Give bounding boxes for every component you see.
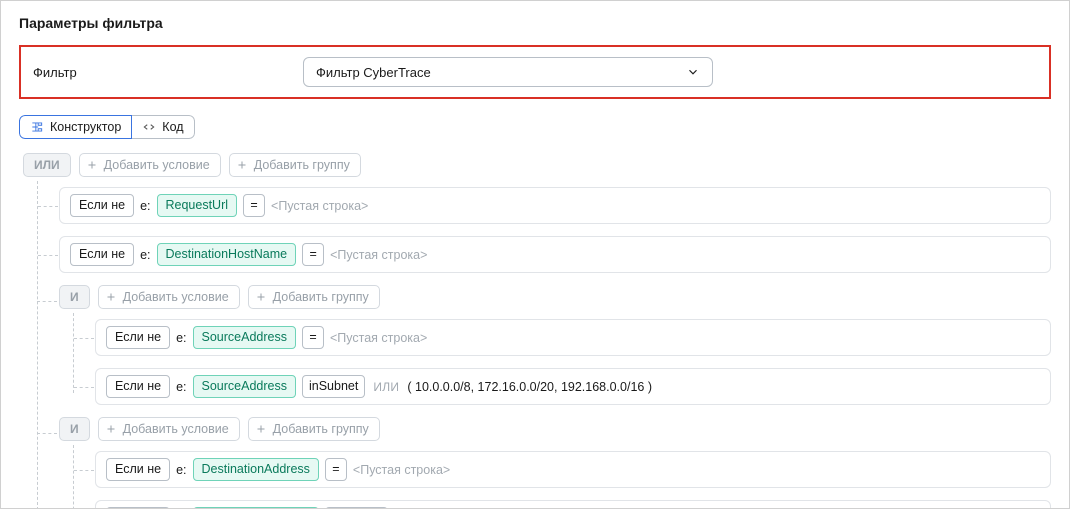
plus-icon — [86, 159, 98, 171]
field-chip[interactable]: DestinationAddress — [193, 458, 319, 481]
add-group-label: Добавить группу — [273, 422, 369, 436]
plus-icon — [236, 159, 248, 171]
condition-row[interactable]: Если не e: SourceAddress inSubnet ИЛИ ( 10.0.… — [95, 368, 1051, 405]
if-not-chip[interactable]: Если не — [70, 243, 134, 266]
filter-select-value: Фильтр CyberTrace — [316, 65, 431, 80]
condition-row[interactable]: Если не e: DestinationAddress = <Пустая стро… — [95, 451, 1051, 488]
operator-chip[interactable]: = — [243, 194, 265, 217]
condition-group: ИДобавить условиеДобавить группуЕсли неe… — [59, 417, 1051, 509]
tab-code[interactable]: Код — [132, 115, 194, 139]
add-group-label: Добавить группу — [254, 158, 350, 172]
condition-row[interactable]: Если не e: RequestUrl= <Пустая строка> — [59, 187, 1051, 224]
e-label: e: — [176, 463, 186, 477]
operator-chip[interactable]: = — [302, 326, 324, 349]
if-not-chip[interactable]: Если не — [106, 458, 170, 481]
logic-chip[interactable]: И — [59, 285, 90, 309]
plus-icon — [255, 291, 267, 303]
e-label: e: — [140, 199, 150, 213]
add-group-button[interactable]: Добавить группу — [229, 153, 361, 177]
field-chip[interactable]: SourceAddress — [193, 326, 296, 349]
group-header: И Добавить условие Добавить группу — [59, 285, 1051, 309]
rules-container: Если неe:SourceAddress=<Пустая строка>Ес… — [59, 319, 1051, 405]
e-label: e: — [140, 248, 150, 262]
condition-row[interactable]: Если неe:DestinationAddressinSubnetИЛИ( … — [95, 500, 1051, 509]
group-header: ИЛИ Добавить условие Добавить группу — [23, 153, 1051, 177]
add-condition-label: Добавить условие — [123, 290, 229, 304]
group-header: И Добавить условие Добавить группу — [59, 417, 1051, 441]
add-group-label: Добавить группу — [273, 290, 369, 304]
add-condition-button[interactable]: Добавить условие — [79, 153, 221, 177]
add-condition-label: Добавить условие — [123, 422, 229, 436]
filter-params-panel: Параметры фильтра Фильтр Фильтр CyberTra… — [0, 0, 1070, 509]
section-title: Параметры фильтра — [19, 15, 1051, 31]
field-chip[interactable]: SourceAddress — [193, 375, 296, 398]
tab-constructor[interactable]: Конструктор — [19, 115, 132, 139]
field-chip[interactable]: DestinationHostName — [157, 243, 297, 266]
e-label: e: — [176, 380, 186, 394]
mode-tabs: Конструктор Код — [19, 115, 195, 139]
plus-icon — [105, 291, 117, 303]
value-text: ( 10.0.0.0/8, 172.16.0.0/20, 192.168.0.0… — [407, 380, 652, 394]
tab-constructor-label: Конструктор — [50, 120, 121, 134]
condition-row[interactable]: Если не e: SourceAddress = <Пустая строка> — [95, 319, 1051, 356]
field-chip[interactable]: RequestUrl — [157, 194, 238, 217]
plus-icon — [105, 423, 117, 435]
operator-chip[interactable]: = — [325, 458, 347, 481]
operator-chip[interactable]: inSubnet — [302, 375, 365, 398]
logic-chip[interactable]: И — [59, 417, 90, 441]
add-condition-button[interactable]: Добавить условие — [98, 417, 240, 441]
add-condition-button[interactable]: Добавить условие — [98, 285, 240, 309]
if-not-chip[interactable]: Если не — [106, 375, 170, 398]
empty-value-placeholder: <Пустая строка> — [330, 331, 427, 345]
rules-container: Если не e: DestinationAddress = <Пустая стро… — [59, 451, 1051, 509]
add-group-button[interactable]: Добавить группу — [248, 285, 380, 309]
add-condition-label: Добавить условие — [104, 158, 210, 172]
filter-select[interactable]: Фильтр CyberTrace — [303, 57, 713, 87]
tree-icon — [30, 120, 44, 134]
or-inline-label: ИЛИ — [373, 380, 399, 394]
plus-icon — [255, 423, 267, 435]
empty-value-placeholder: <Пустая строка> — [271, 199, 368, 213]
rules-container: Если неe:RequestUrl=<Пустая строка>Если … — [23, 187, 1051, 509]
empty-value-placeholder: <Пустая строка> — [353, 463, 450, 477]
filter-field-label: Фильтр — [33, 65, 263, 80]
if-not-chip[interactable]: Если не — [106, 326, 170, 349]
if-not-chip[interactable]: Если не — [70, 194, 134, 217]
e-label: e: — [176, 331, 186, 345]
logic-chip[interactable]: ИЛИ — [23, 153, 71, 177]
operator-chip[interactable]: = — [302, 243, 324, 266]
tab-code-label: Код — [162, 120, 183, 134]
condition-group: И Добавить условие Добавить группу Если не e… — [59, 285, 1051, 405]
rule-builder: ИЛИ Добавить условие Добавить группу Если н… — [19, 153, 1051, 509]
condition-row[interactable]: Если не e: DestinationHostName= <Пустая стр… — [59, 236, 1051, 273]
code-icon — [142, 120, 156, 134]
chevron-down-icon — [686, 65, 700, 79]
filter-select-highlight: Фильтр Фильтр CyberTrace — [19, 45, 1051, 99]
empty-value-placeholder: <Пустая строка> — [330, 248, 427, 262]
add-group-button[interactable]: Добавить группу — [248, 417, 380, 441]
